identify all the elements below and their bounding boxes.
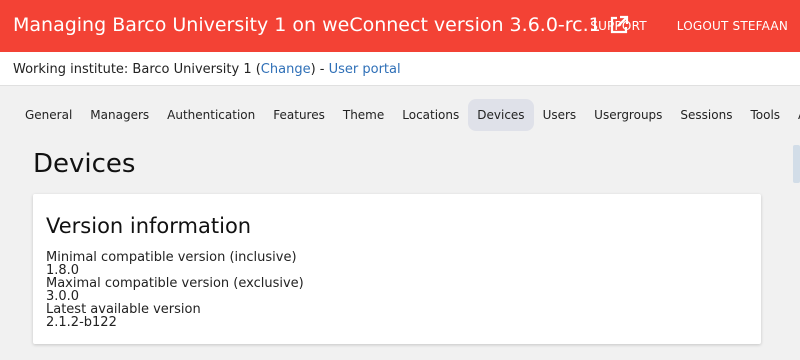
tab-usergroups[interactable]: Usergroups (585, 99, 671, 131)
app-title: Managing Barco University 1 on weConnect… (13, 13, 629, 37)
card-title: Version information (46, 214, 252, 238)
support-link[interactable]: SUPPORT (590, 18, 647, 34)
change-institute-link[interactable]: Change (261, 62, 311, 77)
institute-separator: ) - (310, 62, 329, 77)
working-institute: Working institute: Barco University 1 (C… (13, 61, 401, 78)
institute-bar: Working institute: Barco University 1 (C… (0, 52, 800, 86)
version-list: Minimal compatible version (inclusive) 1… (46, 251, 304, 329)
app-title-text: Managing Barco University 1 on weConnect… (13, 14, 601, 36)
tab-locations[interactable]: Locations (393, 99, 468, 131)
tab-api[interactable]: Api (789, 99, 800, 131)
tab-managers[interactable]: Managers (81, 99, 158, 131)
institute-label: Working institute: Barco University 1 ( (13, 62, 261, 77)
page-title: Devices (33, 149, 136, 179)
tab-authentication[interactable]: Authentication (158, 99, 264, 131)
tab-theme[interactable]: Theme (334, 99, 393, 131)
top-bar: Managing Barco University 1 on weConnect… (0, 0, 800, 52)
min-version-label: Minimal compatible version (inclusive) (46, 250, 297, 265)
tab-tools[interactable]: Tools (741, 99, 789, 131)
version-info-card: Version information Minimal compatible v… (33, 194, 761, 344)
latest-version-value: 2.1.2-b122 (46, 315, 117, 330)
max-version-label: Maximal compatible version (exclusive) (46, 276, 304, 291)
tab-sessions[interactable]: Sessions (671, 99, 741, 131)
tab-features[interactable]: Features (264, 99, 334, 131)
tab-devices[interactable]: Devices (468, 98, 534, 131)
tab-general[interactable]: General (16, 99, 81, 131)
tab-users[interactable]: Users (534, 99, 586, 131)
top-links: SUPPORT LOGOUT STEFAAN (590, 18, 788, 34)
settings-tabs: General Managers Authentication Features… (16, 98, 800, 131)
user-portal-link[interactable]: User portal (329, 62, 401, 77)
logout-link[interactable]: LOGOUT STEFAAN (677, 18, 788, 34)
scrollbar-thumb[interactable] (793, 145, 800, 183)
